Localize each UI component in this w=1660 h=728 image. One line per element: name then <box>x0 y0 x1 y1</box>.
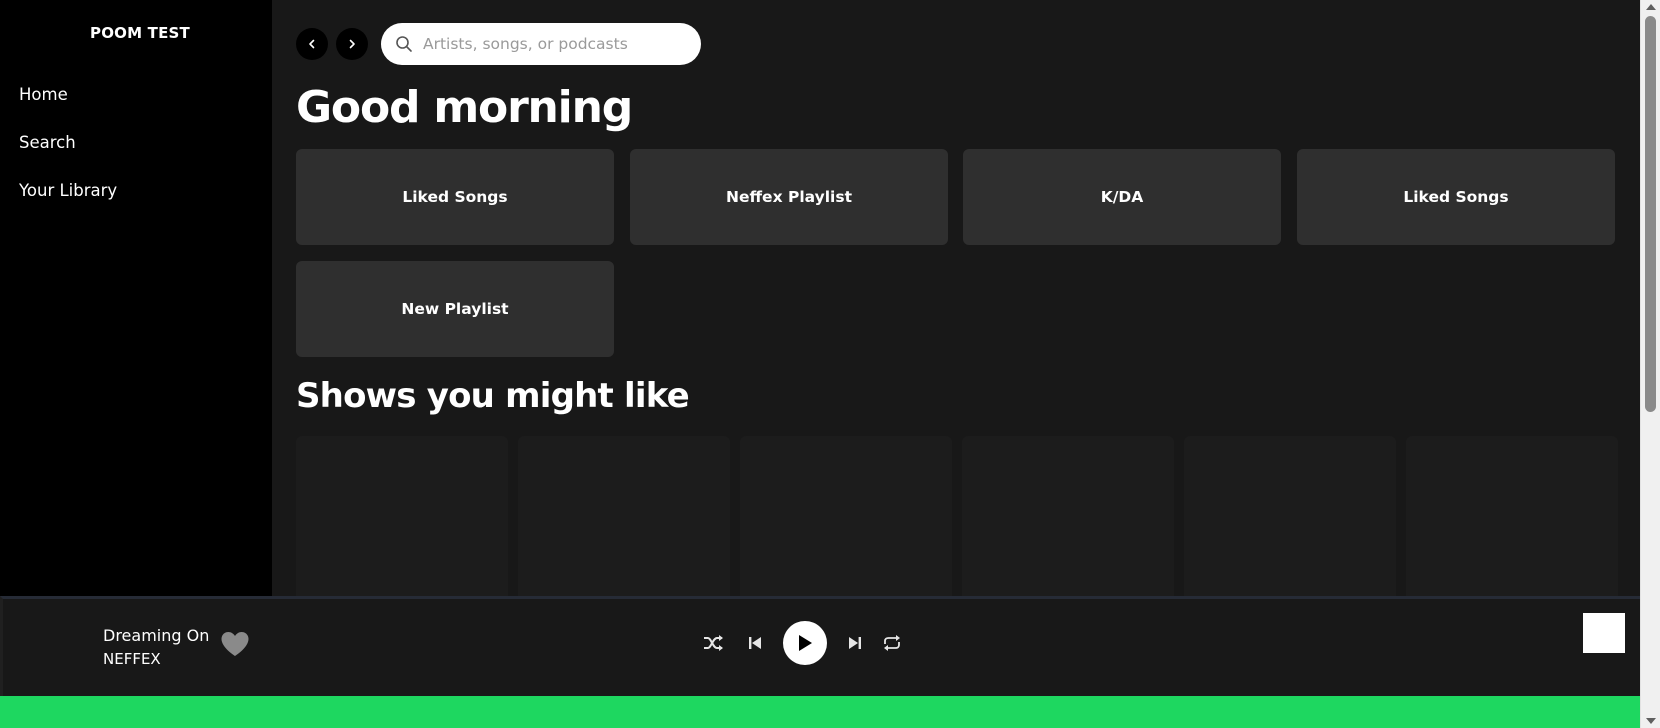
app-brand: POOM TEST <box>90 24 190 42</box>
sidebar-item-home[interactable]: Home <box>19 84 117 132</box>
scroll-down-arrow-icon[interactable] <box>1646 718 1656 724</box>
like-button[interactable] <box>220 631 250 661</box>
show-card[interactable] <box>1184 436 1396 596</box>
sidebar: POOM TEST Home Search Your Library <box>0 0 272 596</box>
heart-icon <box>221 632 249 656</box>
shuffle-icon <box>704 635 723 651</box>
playlist-card-neffex-playlist[interactable]: Neffex Playlist <box>630 149 948 245</box>
show-card[interactable] <box>296 436 508 596</box>
top-bar <box>296 23 701 65</box>
search-box <box>381 23 701 65</box>
main-content: Good morning Liked Songs Neffex Playlist… <box>272 0 1640 596</box>
playlist-card-new-playlist[interactable]: New Playlist <box>296 261 614 357</box>
show-card[interactable] <box>1406 436 1618 596</box>
chevron-left-icon <box>309 39 315 49</box>
sidebar-item-your-library[interactable]: Your Library <box>19 180 117 228</box>
playlist-card-liked-songs[interactable]: Liked Songs <box>296 149 614 245</box>
forward-button[interactable] <box>336 28 368 60</box>
sidebar-item-search[interactable]: Search <box>19 132 117 180</box>
playback-progress-bar[interactable] <box>0 696 1640 728</box>
skip-previous-icon <box>749 637 761 649</box>
playback-controls <box>703 621 903 665</box>
playlist-card-liked-songs-2[interactable]: Liked Songs <box>1297 149 1615 245</box>
track-title: Dreaming On <box>103 626 210 645</box>
scrollbar-thumb[interactable] <box>1645 16 1656 412</box>
volume-control[interactable] <box>1583 613 1625 653</box>
play-icon <box>799 635 812 651</box>
app: POOM TEST Home Search Your Library Artis… <box>0 0 1660 728</box>
scroll-up-arrow-icon[interactable] <box>1646 4 1656 10</box>
show-card[interactable] <box>740 436 952 596</box>
page-scrollbar[interactable] <box>1640 0 1660 728</box>
track-artist: NEFFEX <box>103 650 161 668</box>
next-button[interactable] <box>847 635 863 651</box>
section-title-shows: Shows you might like <box>296 376 690 416</box>
playlist-card-kda[interactable]: K/DA <box>963 149 1281 245</box>
skip-next-icon <box>849 637 861 649</box>
page-title: Good morning <box>296 82 633 133</box>
repeat-button[interactable] <box>881 634 903 652</box>
shows-row <box>296 436 1618 596</box>
previous-button[interactable] <box>747 635 763 651</box>
player-bar: Dreaming On NEFFEX <box>0 596 1640 696</box>
search-input[interactable] <box>423 35 683 53</box>
chevron-right-icon <box>349 39 355 49</box>
show-card[interactable] <box>518 436 730 596</box>
play-button[interactable] <box>783 621 827 665</box>
shuffle-button[interactable] <box>703 634 725 652</box>
sidebar-nav: Home Search Your Library <box>19 84 117 228</box>
back-button[interactable] <box>296 28 328 60</box>
repeat-icon <box>884 635 900 651</box>
search-icon <box>396 36 412 52</box>
show-card[interactable] <box>962 436 1174 596</box>
